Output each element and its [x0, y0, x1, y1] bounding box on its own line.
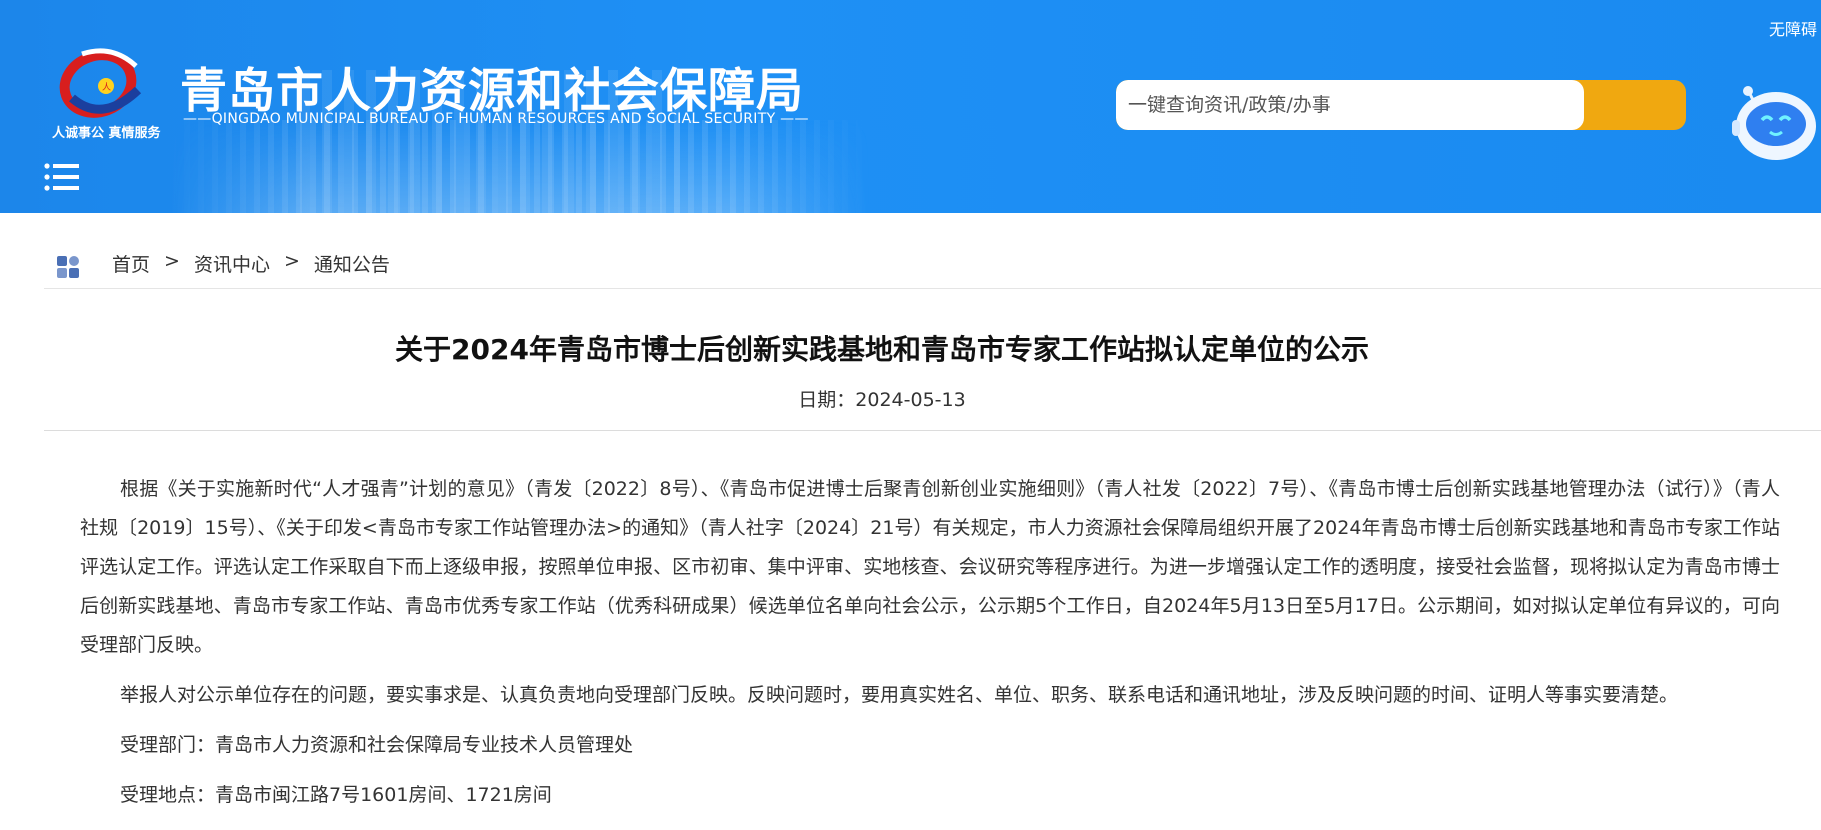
- menu-icon[interactable]: [44, 162, 80, 192]
- title-divider: [44, 430, 1821, 431]
- breadcrumb-separator: >: [164, 250, 180, 272]
- svg-text:人: 人: [102, 82, 111, 93]
- breadcrumb: 首页 > 资讯中心 > 通知公告: [44, 247, 1821, 289]
- search-bar: [1116, 80, 1686, 130]
- site-header: 人 人诚事公 真情服务 青岛市人力资源和社会保障局 ——QINGDAO MUNI…: [0, 0, 1821, 213]
- location-grid-icon: [57, 256, 79, 278]
- breadcrumb-separator: >: [283, 250, 300, 272]
- bureau-logo-icon: 人: [59, 48, 142, 118]
- article-paragraph: 受理地点：青岛市闽江路7号1601房间、1721房间: [120, 784, 552, 806]
- breadcrumb-news-center-link[interactable]: 资讯中心: [194, 250, 270, 277]
- org-subtitle: ——QINGDAO MUNICIPAL BUREAU OF HUMAN RESO…: [183, 111, 809, 127]
- article-body: 根据《关于实施新时代“人才强青”计划的意见》（青发〔2022〕8号）、《青岛市促…: [80, 470, 1780, 826]
- article-title: 关于2024年青岛市博士后创新实践基地和青岛市专家工作站拟认定单位的公示: [395, 333, 1369, 366]
- robot-assistant-button[interactable]: [1730, 84, 1821, 166]
- header-skyline-decoration-lower: [170, 120, 870, 213]
- article-paragraph: 受理部门：青岛市人力资源和社会保障局专业技术人员管理处: [120, 734, 634, 756]
- accessibility-link[interactable]: 无障碍: [1769, 16, 1817, 40]
- breadcrumb-home-link[interactable]: 首页: [112, 250, 150, 277]
- search-input[interactable]: [1116, 80, 1584, 130]
- article-paragraph: 举报人对公示单位存在的问题，要实事求是、认真负责地向受理部门反映。反映问题时，要…: [120, 684, 1679, 706]
- article-date: 日期：2024-05-13: [798, 389, 966, 411]
- article-paragraph: 根据《关于实施新时代“人才强青”计划的意见》（青发〔2022〕8号）、《青岛市促…: [80, 478, 1780, 656]
- breadcrumb-notices-link[interactable]: 通知公告: [314, 250, 390, 277]
- bureau-logo[interactable]: 人 人诚事公 真情服务: [52, 40, 176, 141]
- search-button[interactable]: [1584, 80, 1686, 130]
- robot-assistant-icon: [1732, 86, 1816, 160]
- logo-slogan: 人诚事公 真情服务: [52, 126, 161, 141]
